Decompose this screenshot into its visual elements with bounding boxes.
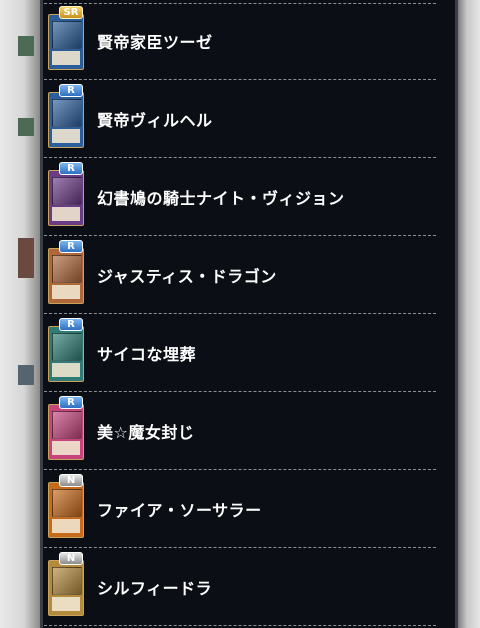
background-page-left <box>0 0 40 628</box>
card-name: 美☆魔女封じ <box>97 423 195 442</box>
card-thumbnail: R <box>47 392 87 470</box>
rarity-badge: SR <box>59 6 83 19</box>
card-image <box>48 404 84 460</box>
card-text-box <box>52 597 80 611</box>
card-image <box>48 92 84 148</box>
card-art <box>52 255 82 283</box>
card-name: 幻書鳩の騎士ナイト・ヴィジョン <box>97 189 345 208</box>
rarity-badge: R <box>59 162 83 175</box>
background-page-right <box>458 0 480 628</box>
card-art <box>52 333 82 361</box>
background-block <box>18 118 34 136</box>
card-name: 賢帝ヴィルヘル <box>97 111 213 130</box>
rarity-badge: N <box>59 474 83 487</box>
card-list-item[interactable]: N シルフィードラ <box>44 548 436 626</box>
card-image <box>48 560 84 616</box>
card-name: 賢帝家臣ツーゼ <box>97 33 213 52</box>
card-image <box>48 326 84 382</box>
card-list-item[interactable]: R サイコな埋葬 <box>44 314 436 392</box>
rarity-badge: N <box>59 552 83 565</box>
card-list-item[interactable]: R 美☆魔女封じ <box>44 392 436 470</box>
row-separator <box>44 625 436 626</box>
card-text-box <box>52 51 80 65</box>
rarity-badge: R <box>59 396 83 409</box>
card-list-item[interactable]: N ファイア・ソーサラー <box>44 470 436 548</box>
card-image <box>48 170 84 226</box>
card-text-box <box>52 207 80 221</box>
card-thumbnail: R <box>47 80 87 158</box>
background-block <box>18 36 34 56</box>
card-thumbnail: R <box>47 158 87 236</box>
card-list-item[interactable]: R ジャスティス・ドラゴン <box>44 236 436 314</box>
card-art <box>52 177 82 205</box>
card-name: シルフィードラ <box>97 579 213 598</box>
rarity-badge: R <box>59 84 83 97</box>
rarity-badge: R <box>59 318 83 331</box>
background-block <box>18 365 34 385</box>
card-name: ジャスティス・ドラゴン <box>97 267 277 286</box>
card-name: ファイア・ソーサラー <box>97 501 262 520</box>
card-thumbnail: SR <box>47 2 87 80</box>
card-art <box>52 21 82 49</box>
card-art <box>52 567 82 595</box>
card-text-box <box>52 441 80 455</box>
card-thumbnail: R <box>47 236 87 314</box>
card-image <box>48 482 84 538</box>
card-thumbnail: R <box>47 314 87 392</box>
card-thumbnail: N <box>47 548 87 626</box>
background-block <box>18 238 34 278</box>
rarity-badge: R <box>59 240 83 253</box>
card-list-item[interactable]: R 幻書鳩の騎士ナイト・ヴィジョン <box>44 158 436 236</box>
card-text-box <box>52 519 80 533</box>
card-image <box>48 248 84 304</box>
card-text-box <box>52 129 80 143</box>
card-image <box>48 14 84 70</box>
card-art <box>52 489 82 517</box>
card-list-item[interactable]: R 賢帝ヴィルヘル <box>44 80 436 158</box>
card-thumbnail: N <box>47 470 87 548</box>
card-art <box>52 99 82 127</box>
card-text-box <box>52 285 80 299</box>
card-name: サイコな埋葬 <box>97 345 197 364</box>
card-art <box>52 411 82 439</box>
card-list-item[interactable]: SR 賢帝家臣ツーゼ <box>44 2 436 80</box>
card-text-box <box>52 363 80 377</box>
